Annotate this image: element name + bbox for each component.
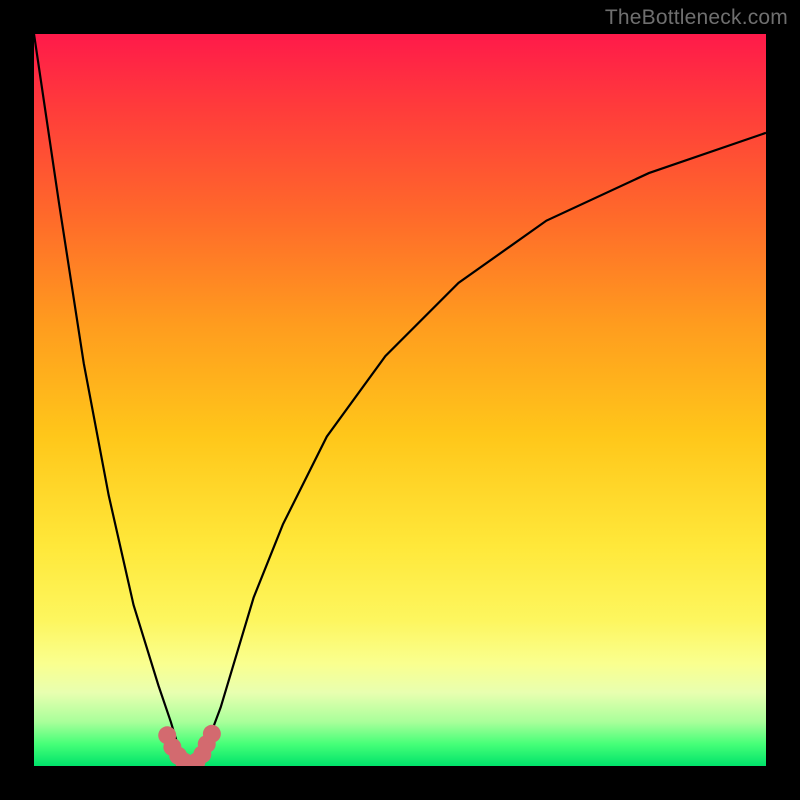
minimum-dots-cluster <box>158 725 221 766</box>
curve-right-arm <box>195 133 766 763</box>
watermark-text: TheBottleneck.com <box>605 6 788 30</box>
curve-left-arm <box>34 34 189 762</box>
plot-area <box>34 34 766 766</box>
curve-layer <box>34 34 766 766</box>
minimum-dot <box>203 725 221 743</box>
chart-frame: TheBottleneck.com <box>0 0 800 800</box>
